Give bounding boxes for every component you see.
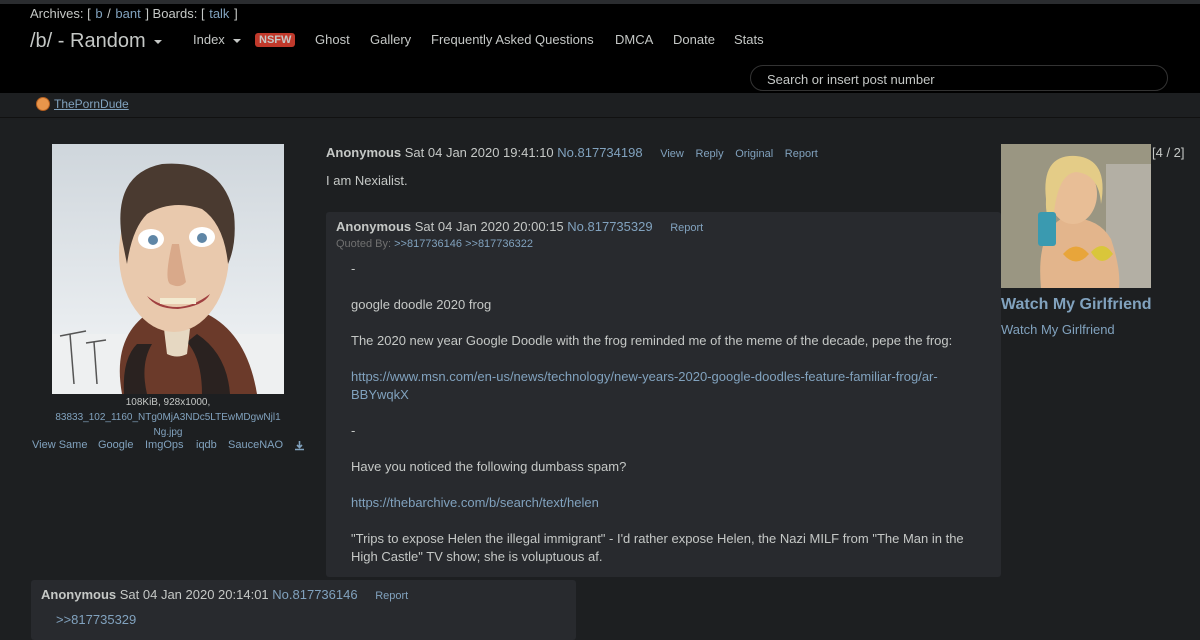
chevron-down-icon — [232, 38, 241, 43]
op-post-header: Anonymous Sat 04 Jan 2020 19:41:10 No.81… — [326, 145, 818, 160]
msn-link-cont[interactable]: BBYwqkX — [351, 386, 409, 404]
file-info: 108KiB, 928x1000, 83833_102_1160_NTg0MjA… — [52, 395, 284, 440]
report-link[interactable]: Report — [785, 148, 818, 160]
reply-header: Anonymous Sat 04 Jan 2020 20:14:01 No.81… — [41, 587, 408, 602]
nav-gallery[interactable]: Gallery — [370, 32, 411, 47]
post-date: Sat 04 Jan 2020 20:14:01 — [119, 587, 269, 602]
post-date: Sat 04 Jan 2020 20:00:15 — [414, 219, 564, 234]
ad-subtitle-link[interactable]: Watch My Girlfriend — [1001, 322, 1115, 337]
archive-search-link[interactable]: https://thebarchive.com/b/search/text/he… — [351, 494, 599, 512]
google-search-link[interactable]: Google — [98, 439, 133, 451]
nav-dmca[interactable]: DMCA — [615, 32, 653, 47]
search-box — [750, 65, 1168, 91]
post-date: Sat 04 Jan 2020 19:41:10 — [404, 145, 554, 160]
backlink[interactable]: >>817736146 — [394, 238, 462, 250]
file-name-link[interactable]: 83833_102_1160_NTg0MjA3NDc5LTEwMDgwNjl1N… — [52, 410, 284, 440]
board-link-talk[interactable]: talk — [209, 6, 229, 21]
chevron-down-icon — [153, 39, 162, 44]
backlink[interactable]: >>817736322 — [465, 238, 533, 250]
caricature-image — [52, 163, 284, 394]
ad-image[interactable] — [1001, 144, 1151, 288]
report-link[interactable]: Report — [375, 590, 408, 602]
op-thumbnail[interactable] — [52, 144, 284, 394]
quoted-by: Quoted By: >>817736146 >>817736322 — [336, 238, 534, 250]
reply-post: Anonymous Sat 04 Jan 2020 20:00:15 No.81… — [326, 212, 1001, 577]
poster-name: Anonymous — [336, 219, 412, 234]
post-number[interactable]: No.817735329 — [567, 219, 652, 234]
file-meta: 108KiB, 928x1000, — [125, 397, 211, 408]
imgops-link[interactable]: ImgOps — [145, 439, 184, 451]
saucenao-link[interactable]: SauceNAO — [228, 439, 283, 451]
reply-post: Anonymous Sat 04 Jan 2020 20:14:01 No.81… — [31, 580, 576, 640]
msn-link[interactable]: https://www.msn.com/en-us/news/technolog… — [351, 368, 938, 386]
quote-link[interactable]: >>817735329 — [56, 611, 136, 629]
board-title: /b/ - Random — [30, 30, 146, 52]
search-input[interactable] — [765, 71, 1159, 88]
nsfw-badge[interactable]: NSFW — [255, 33, 296, 47]
iqdb-link[interactable]: iqdb — [196, 439, 217, 451]
ad-title-link[interactable]: Watch My Girlfriend — [1001, 296, 1152, 314]
poster-name: Anonymous — [326, 145, 402, 160]
ad-photo — [1001, 144, 1151, 288]
ad-counter: [4 / 2] — [1152, 145, 1185, 160]
view-same-link[interactable]: View Same — [32, 439, 87, 451]
site-header: Archives: [ b / bant ] Boards: [ talk ] … — [0, 4, 1200, 93]
archives-bar: Archives: [ b / bant ] Boards: [ talk ] — [30, 6, 238, 21]
download-icon[interactable] — [294, 440, 305, 454]
op-comment: I am Nexialist. — [326, 173, 408, 188]
poster-name: Anonymous — [41, 587, 117, 602]
original-link[interactable]: Original — [735, 148, 773, 160]
archive-link-b[interactable]: b — [95, 6, 102, 21]
sponsor-bar: ThePornDude — [0, 93, 1200, 118]
post-number[interactable]: No.817736146 — [272, 587, 357, 602]
reply-header: Anonymous Sat 04 Jan 2020 20:00:15 No.81… — [336, 219, 703, 234]
report-link[interactable]: Report — [670, 222, 703, 234]
board-title-dropdown[interactable]: /b/ - Random — [30, 30, 162, 53]
nav-stats[interactable]: Stats — [734, 32, 764, 47]
sponsor-link[interactable]: ThePornDude — [36, 97, 129, 111]
nav-donate[interactable]: Donate — [673, 32, 715, 47]
sponsor-logo-icon — [36, 97, 50, 111]
nav-faq[interactable]: Frequently Asked Questions — [431, 32, 594, 47]
reply-link[interactable]: Reply — [696, 148, 724, 160]
post-number[interactable]: No.817734198 — [557, 145, 642, 160]
nav-ghost[interactable]: Ghost — [315, 32, 350, 47]
view-link[interactable]: View — [660, 148, 684, 160]
nav-index-dropdown[interactable]: Index — [193, 32, 241, 47]
archive-link-bant[interactable]: bant — [115, 6, 140, 21]
